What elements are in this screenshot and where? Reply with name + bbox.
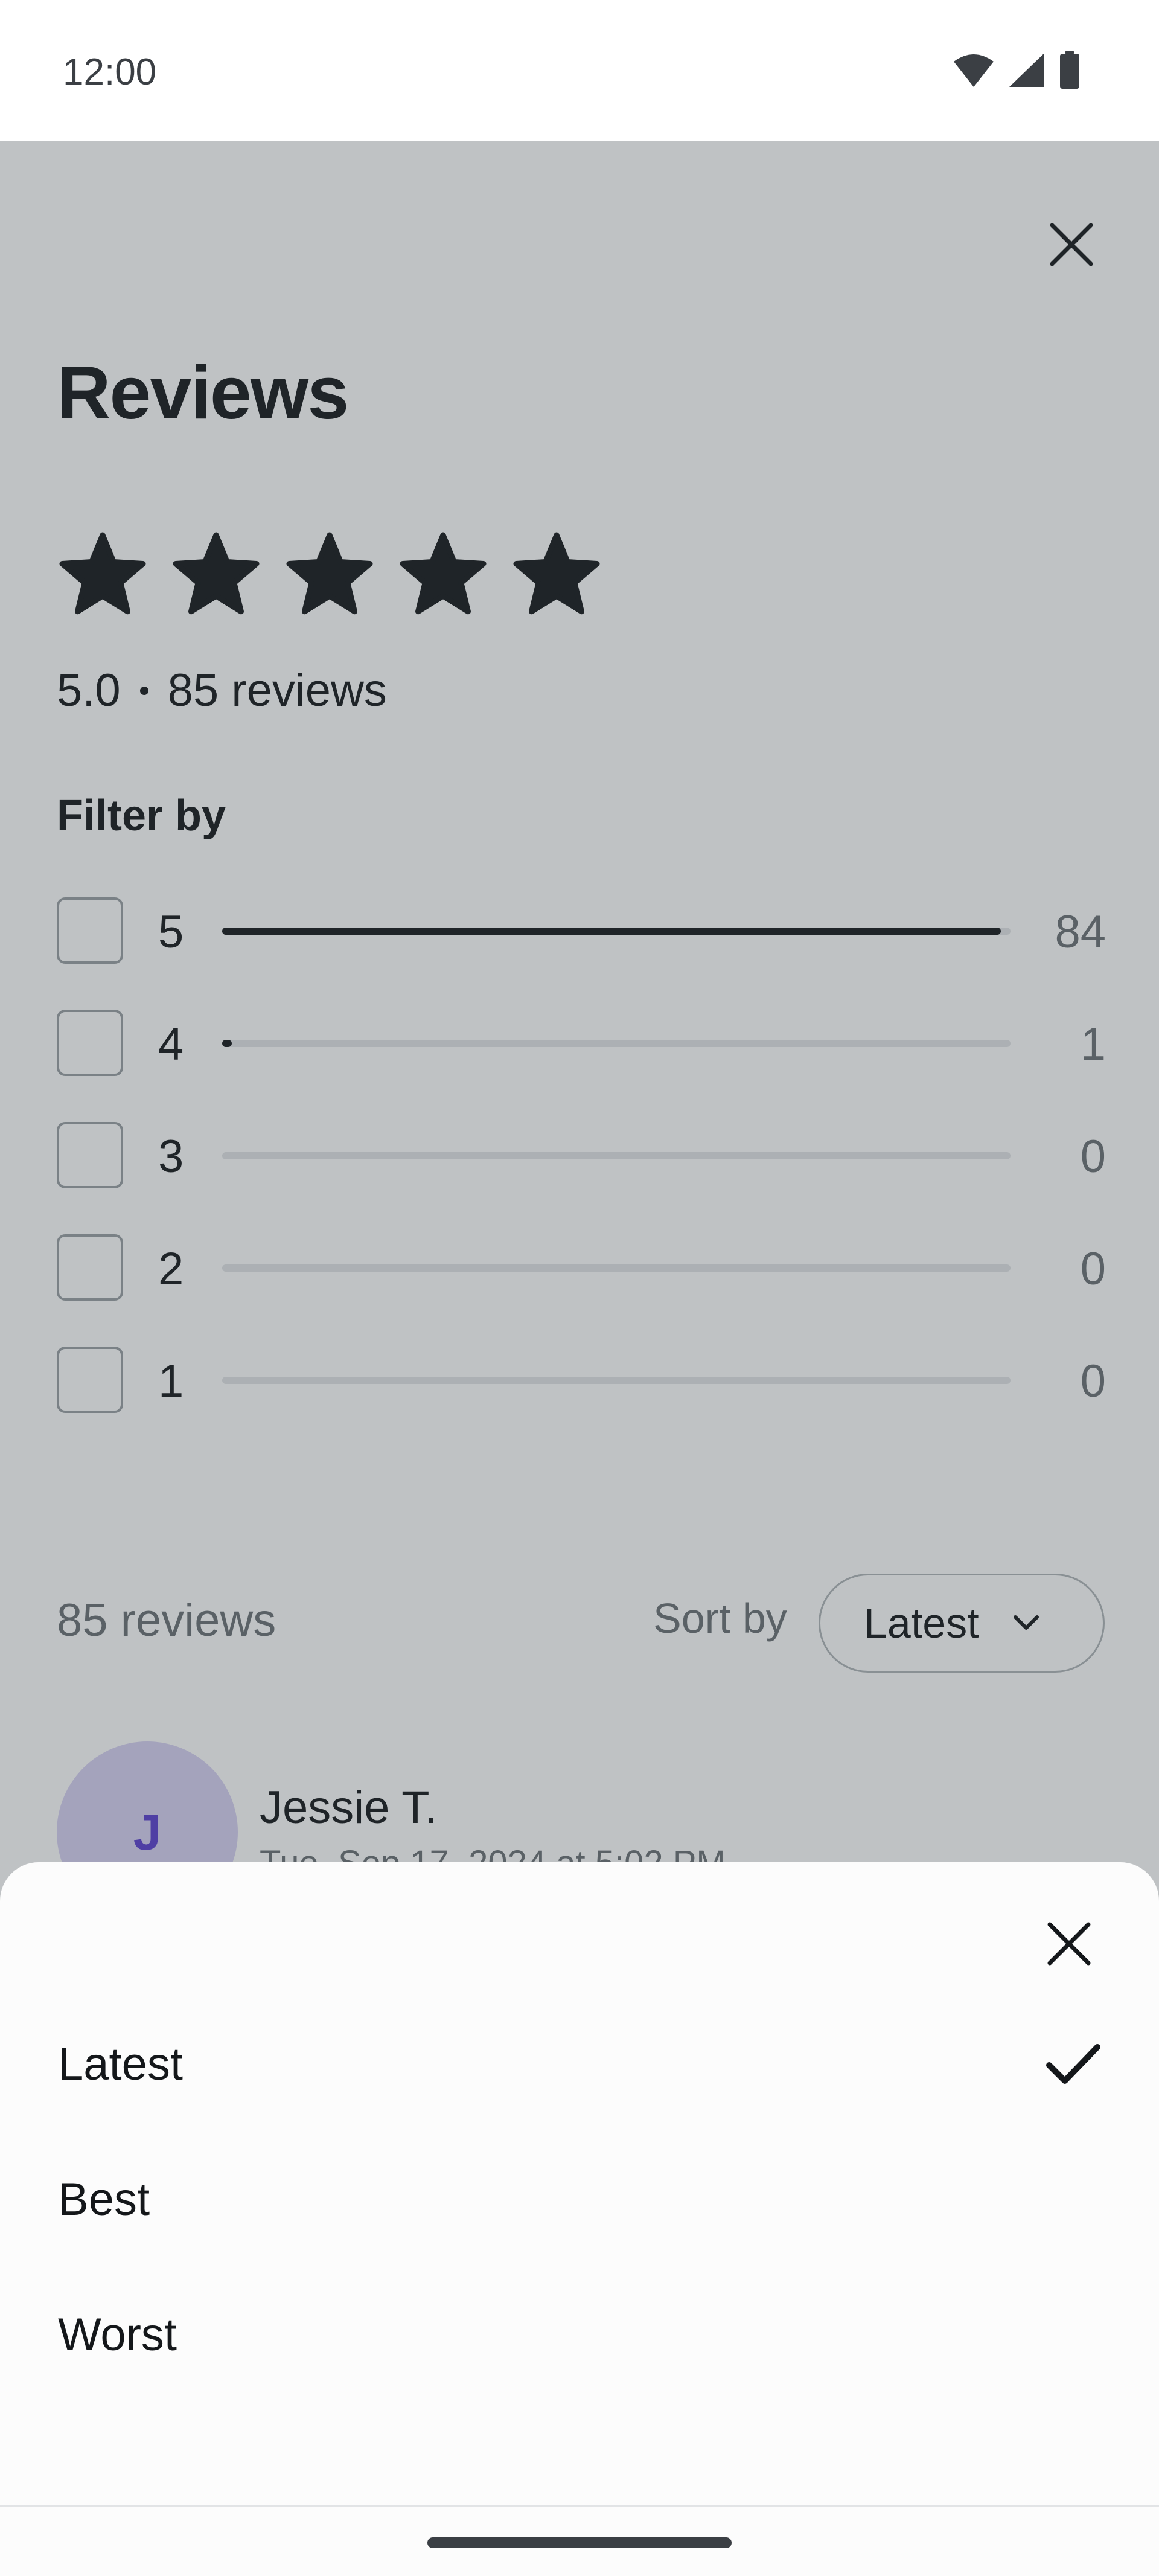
- battery-icon: [1060, 51, 1079, 89]
- sort-option-latest[interactable]: Latest: [58, 2016, 1101, 2112]
- close-icon: [1047, 1922, 1091, 1966]
- close-sheet-button[interactable]: [1042, 1917, 1096, 1971]
- status-time: 12:00: [63, 51, 157, 93]
- navigation-bar: [0, 2505, 1159, 2576]
- wifi-icon: [954, 54, 994, 87]
- sort-option-worst[interactable]: Worst: [58, 2286, 1101, 2383]
- home-handle[interactable]: [427, 2537, 732, 2548]
- signal-icon: [1009, 53, 1044, 87]
- sort-option-label: Best: [58, 2173, 150, 2225]
- sort-option-best[interactable]: Best: [58, 2151, 1101, 2248]
- sort-option-label: Latest: [58, 2038, 184, 2090]
- checkmark-icon: [1046, 2044, 1100, 2084]
- sort-bottom-sheet: Latest Best Worst: [0, 1862, 1159, 2505]
- sort-option-label: Worst: [58, 2308, 177, 2360]
- status-bar: 12:00: [0, 0, 1159, 141]
- status-icons: [953, 51, 1081, 89]
